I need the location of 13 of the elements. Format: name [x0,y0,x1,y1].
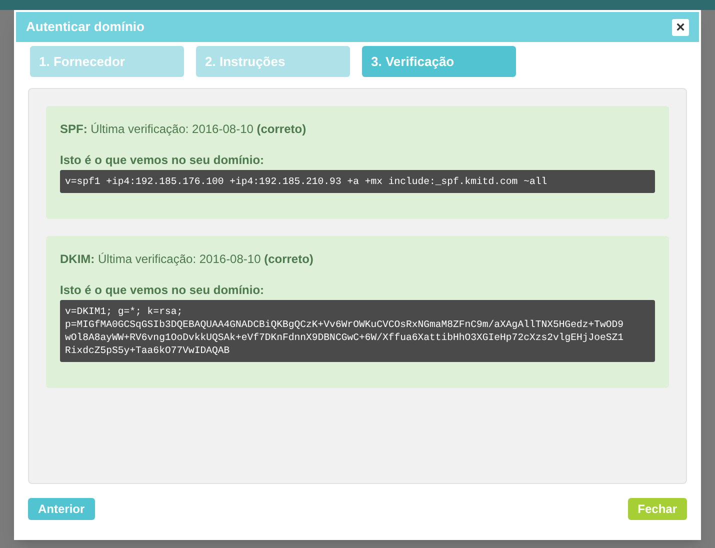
record-label: Isto é o que vemos no seu domínio: [60,282,266,299]
verification-status: DKIM: Última verificação: 2016-08-10 (correto) [60,251,314,268]
verification-status: SPF: Última verificação: 2016-08-10 (correto) [60,121,308,138]
dns-record: v=spf1 +ip4:192.185.176.100 +ip4:192.185.210.93 +a +mx include:_spf.kmitd.com ~all [60,170,655,193]
step-tab[interactable]: 3. Verificação [362,46,516,77]
close-dialog-button[interactable]: Fechar [628,498,687,520]
step-tab[interactable]: 2. Instruções [196,46,350,77]
previous-button[interactable]: Anterior [28,498,95,520]
step-tab[interactable]: 1. Fornecedor [30,46,184,77]
dialog-title: Autenticar domínio [26,18,144,36]
record-label: Isto é o que vemos no seu domínio: [60,152,266,169]
close-button[interactable]: × [672,18,689,36]
dns-record: v=DKIM1; g=*; k=rsa; p=MIGfMA0GCSqGSIb3DQEBAQUAA4GNADCBiQKBgQCzK+Vv6WrOWKuCVCOsRxNGmaM8ZFnC9m/aXAgAllTNX5HGedz+TwOD9 wOl8A8ayWW+RV6vng1OoDvkkUQSAk+eVf7DKnFdnnX9DBNCGwC+6W/Xffua6XattibHhO3XGIeHp72cXzs2vlgEHjJoeSZ1 RixdcZ5pS5y+Taa6kO77VwIDAQAB [60,300,655,362]
